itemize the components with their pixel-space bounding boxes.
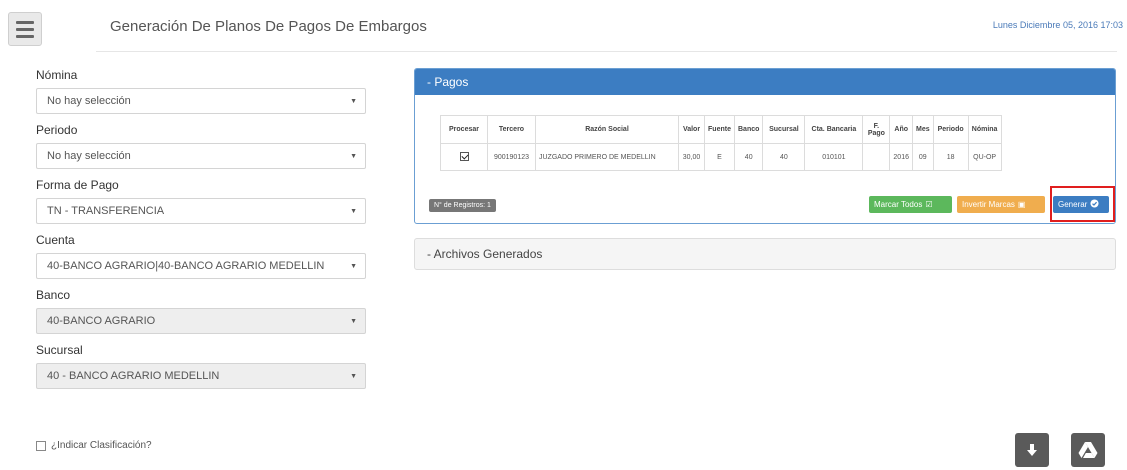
marcar-todos-label: Marcar Todos xyxy=(874,200,923,209)
col-valor: Valor xyxy=(678,115,705,144)
forma-pago-select[interactable]: TN - TRANSFERENCIA ▼ xyxy=(36,198,366,224)
caret-down-icon: ▼ xyxy=(350,317,357,325)
cell-procesar[interactable] xyxy=(440,143,488,171)
caret-down-icon: ▼ xyxy=(350,207,357,215)
cell-sucursal: 40 xyxy=(762,143,806,171)
registros-badge: N° de Registros: 1 xyxy=(429,199,496,212)
col-nomina: Nómina xyxy=(967,115,1002,144)
forma-pago-value: TN - TRANSFERENCIA xyxy=(47,205,165,217)
archivos-generados-heading: - Archivos Generados xyxy=(427,247,543,261)
caret-down-icon: ▼ xyxy=(350,262,357,270)
col-f-pago: F. Pago xyxy=(862,115,891,144)
menu-button[interactable] xyxy=(8,12,42,46)
menu-icon-bar xyxy=(16,20,34,24)
periodo-label: Periodo xyxy=(36,123,78,137)
pagos-table: Procesar Tercero Razón Social Valor Fuen… xyxy=(440,115,1002,171)
download-button[interactable] xyxy=(1015,433,1049,467)
download-icon xyxy=(1027,444,1037,456)
col-tercero: Tercero xyxy=(487,115,536,144)
col-razon-social: Razón Social xyxy=(535,115,679,144)
google-drive-icon xyxy=(1078,442,1098,458)
periodo-value: No hay selección xyxy=(47,150,131,162)
col-mes: Mes xyxy=(911,115,934,144)
cell-nomina: QU-OP xyxy=(967,143,1002,171)
menu-icon-bar xyxy=(16,27,34,31)
col-anio: Año xyxy=(889,115,913,144)
clasificacion-checkbox[interactable] xyxy=(36,440,46,451)
page-title: Generación De Planos De Pagos De Embargo… xyxy=(110,18,427,35)
caret-down-icon: ▼ xyxy=(350,152,357,160)
clasificacion-label: ¿Indicar Clasificación? xyxy=(51,440,152,451)
sucursal-select[interactable]: 40 - BANCO AGRARIO MEDELLIN ▼ xyxy=(36,363,366,389)
cell-banco: 40 xyxy=(733,143,764,171)
cuenta-value: 40-BANCO AGRARIO|40-BANCO AGRARIO MEDELL… xyxy=(47,260,325,272)
archivos-generados-panel[interactable]: - Archivos Generados xyxy=(414,238,1116,270)
banco-label: Banco xyxy=(36,288,71,302)
generar-highlight-box xyxy=(1050,186,1115,222)
forma-pago-label: Forma de Pago xyxy=(36,178,119,192)
cell-tercero: 900190123 xyxy=(487,143,536,171)
cell-cta-bancaria: 010101 xyxy=(804,143,864,171)
nomina-select[interactable]: No hay selección ▼ xyxy=(36,88,366,114)
caret-down-icon: ▼ xyxy=(350,97,357,105)
check-square-icon: ☑ xyxy=(925,200,933,209)
header-divider xyxy=(96,51,1117,52)
banco-value: 40-BANCO AGRARIO xyxy=(47,315,156,327)
sucursal-label: Sucursal xyxy=(36,343,83,357)
col-banco: Banco xyxy=(733,115,764,144)
invertir-marcas-label: Invertir Marcas xyxy=(962,200,1015,209)
cell-anio: 2016 xyxy=(889,143,913,171)
calendar-icon: ▣ xyxy=(1017,200,1026,209)
col-fuente: Fuente xyxy=(704,115,735,144)
google-drive-button[interactable] xyxy=(1071,433,1105,467)
cell-periodo: 18 xyxy=(932,143,969,171)
cuenta-label: Cuenta xyxy=(36,233,75,247)
field-sucursal: Sucursal 40 - BANCO AGRARIO MEDELLIN ▼ xyxy=(36,343,366,389)
periodo-select[interactable]: No hay selección ▼ xyxy=(36,143,366,169)
cell-mes: 09 xyxy=(911,143,934,171)
cell-fuente: E xyxy=(704,143,735,171)
marcar-todos-button[interactable]: Marcar Todos ☑ xyxy=(869,196,952,213)
date-label: Lunes Diciembre 05, 2016 17:03 xyxy=(992,20,1123,30)
table-row[interactable]: 900190123 JUZGADO PRIMERO DE MEDELLIN 30… xyxy=(440,143,1002,171)
check-square-icon[interactable] xyxy=(459,151,469,161)
field-banco: Banco 40-BANCO AGRARIO ▼ xyxy=(36,288,366,334)
nomina-label: Nómina xyxy=(36,68,78,82)
col-cta-bancaria: Cta. Bancaria xyxy=(804,115,864,144)
nomina-value: No hay selección xyxy=(47,95,131,107)
field-forma-pago: Forma de Pago TN - TRANSFERENCIA ▼ xyxy=(36,178,366,224)
col-procesar: Procesar xyxy=(440,115,488,144)
filter-form: Nómina No hay selección ▼ Periodo No hay… xyxy=(36,68,366,398)
field-nomina: Nómina No hay selección ▼ xyxy=(36,68,366,114)
invertir-marcas-button[interactable]: Invertir Marcas ▣ xyxy=(957,196,1045,213)
pagos-panel: - Pagos Procesar Tercero Razón Social Va… xyxy=(414,68,1116,224)
caret-down-icon: ▼ xyxy=(350,372,357,380)
banco-select[interactable]: 40-BANCO AGRARIO ▼ xyxy=(36,308,366,334)
cuenta-select[interactable]: 40-BANCO AGRARIO|40-BANCO AGRARIO MEDELL… xyxy=(36,253,366,279)
col-periodo: Periodo xyxy=(932,115,969,144)
col-sucursal: Sucursal xyxy=(762,115,806,144)
cell-valor: 30,00 xyxy=(678,143,705,171)
pagos-panel-heading[interactable]: - Pagos xyxy=(415,69,1115,95)
table-header-row: Procesar Tercero Razón Social Valor Fuen… xyxy=(440,115,1002,144)
cell-f-pago xyxy=(862,143,891,171)
field-periodo: Periodo No hay selección ▼ xyxy=(36,123,366,169)
field-cuenta: Cuenta 40-BANCO AGRARIO|40-BANCO AGRARIO… xyxy=(36,233,366,279)
cell-razon-social: JUZGADO PRIMERO DE MEDELLIN xyxy=(535,143,679,171)
clasificacion-checkbox-row[interactable]: ¿Indicar Clasificación? xyxy=(36,440,152,451)
menu-icon-bar xyxy=(16,34,34,38)
sucursal-value: 40 - BANCO AGRARIO MEDELLIN xyxy=(47,370,220,382)
